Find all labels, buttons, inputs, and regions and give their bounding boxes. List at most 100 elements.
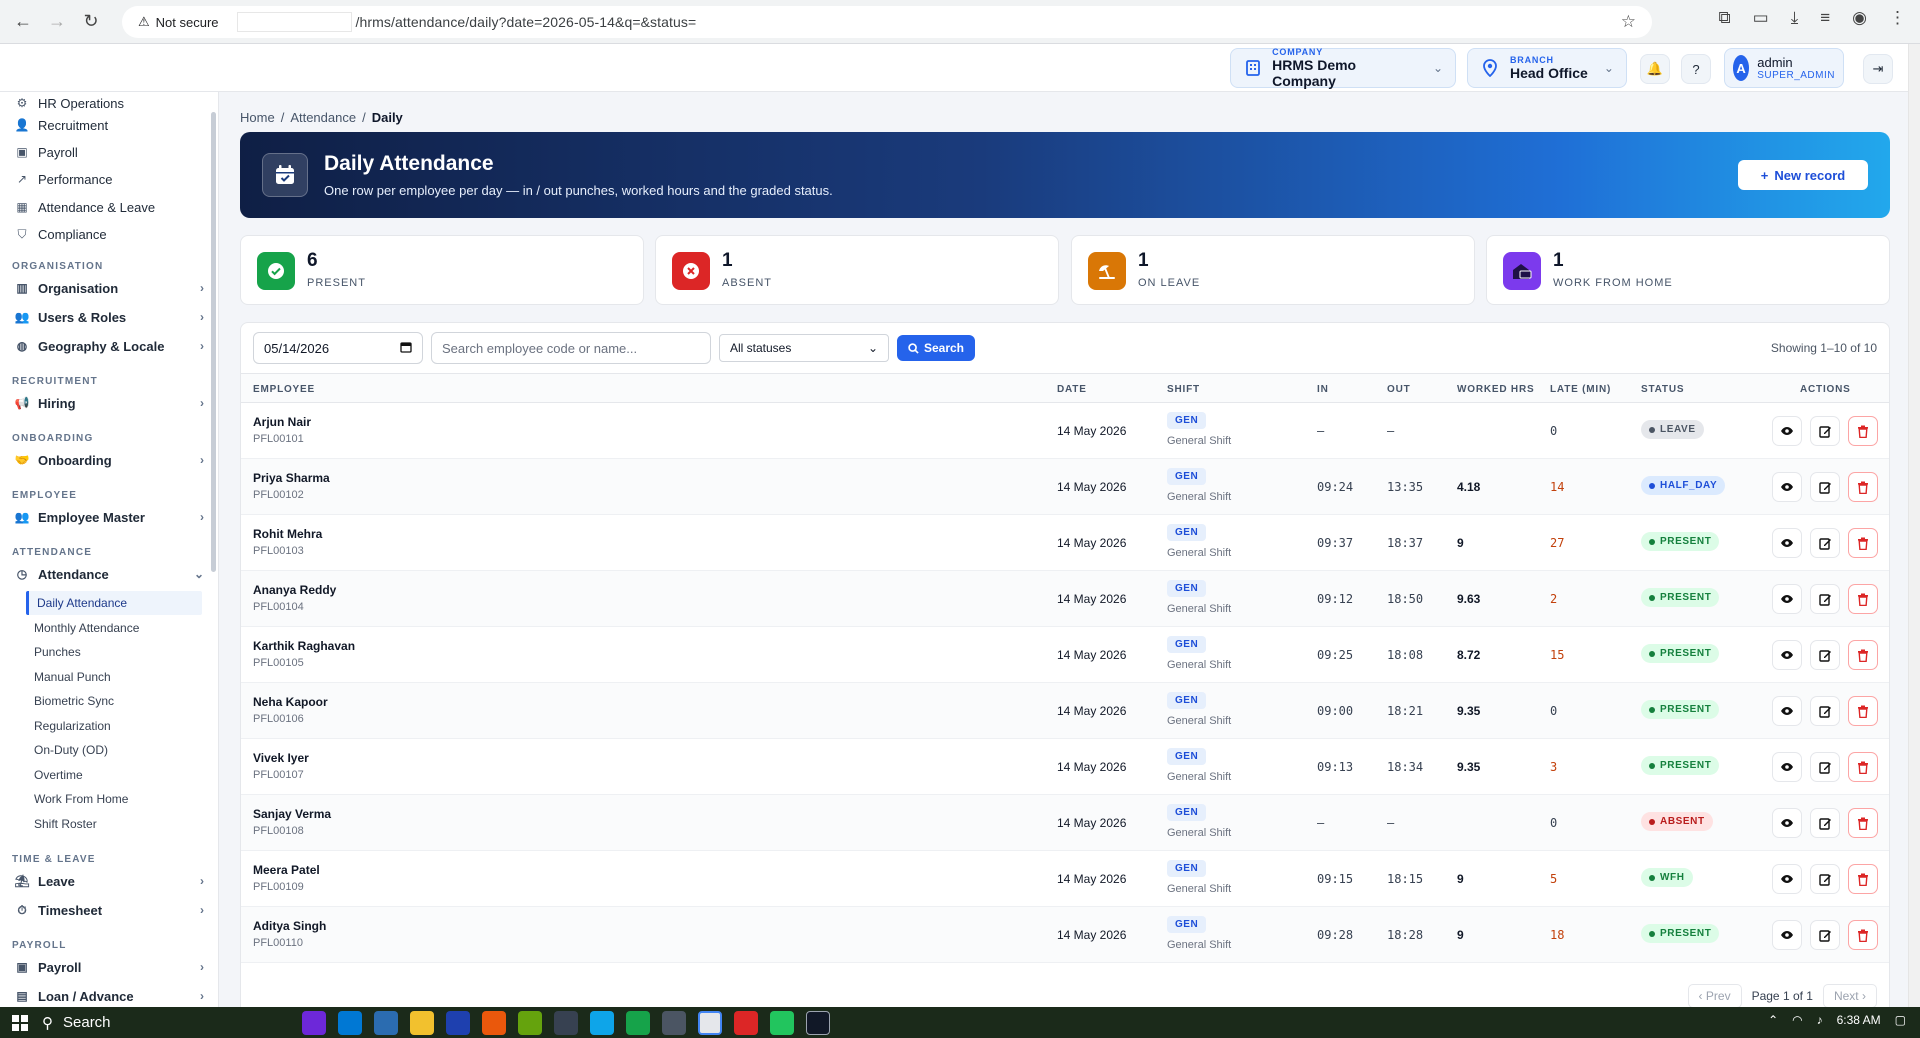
view-button[interactable] — [1772, 752, 1802, 782]
taskbar-app-icon[interactable] — [374, 1011, 398, 1035]
url-text[interactable]: /hrms/attendance/daily?date=2026-05-14&q… — [356, 14, 697, 30]
sidebar-subitem-biometric-sync[interactable]: Biometric Sync — [26, 689, 202, 713]
calendar-icon[interactable] — [400, 341, 412, 356]
delete-button[interactable] — [1848, 864, 1878, 894]
taskbar-app-icon[interactable] — [554, 1011, 578, 1035]
view-button[interactable] — [1772, 416, 1802, 446]
sidebar-subitem-shift-roster[interactable]: Shift Roster — [26, 812, 202, 836]
sidebar-subitem-punches[interactable]: Punches — [26, 640, 202, 664]
delete-button[interactable] — [1848, 696, 1878, 726]
next-page-button[interactable]: Next › — [1822, 984, 1877, 1008]
bookmark-star-icon[interactable]: ☆ — [1621, 12, 1636, 32]
sidebar-subitem-work-from-home[interactable]: Work From Home — [26, 787, 202, 811]
sidebar-item-recruitment[interactable]: 👤 Recruitment — [14, 114, 204, 136]
view-button[interactable] — [1772, 472, 1802, 502]
file-explorer-icon[interactable] — [410, 1011, 434, 1035]
delete-button[interactable] — [1848, 472, 1878, 502]
delete-button[interactable] — [1848, 920, 1878, 950]
search-button[interactable]: Search — [897, 335, 975, 361]
view-button[interactable] — [1772, 528, 1802, 558]
company-selector[interactable]: COMPANY HRMS Demo Company ⌄ — [1230, 47, 1456, 89]
sidebar-item-compliance[interactable]: ⛉ Compliance — [14, 223, 204, 245]
view-button[interactable] — [1772, 640, 1802, 670]
sidebar-group-employee-master[interactable]: 👥 Employee Master › — [14, 506, 204, 528]
profile-icon[interactable]: ◉ — [1852, 8, 1867, 28]
employee-name[interactable]: Neha Kapoor — [253, 695, 328, 709]
breadcrumb-attendance[interactable]: Attendance — [290, 110, 356, 125]
edit-button[interactable] — [1810, 472, 1840, 502]
delete-button[interactable] — [1848, 808, 1878, 838]
sidebar-item-hr-operations[interactable]: ⚙ HR Operations — [14, 92, 204, 114]
delete-button[interactable] — [1848, 640, 1878, 670]
volume-icon[interactable]: ♪ — [1817, 1013, 1823, 1027]
taskbar-app-icon[interactable] — [734, 1011, 758, 1035]
forward-icon[interactable]: → — [40, 5, 74, 39]
logout-icon[interactable]: ⇥ — [1863, 54, 1893, 84]
back-icon[interactable]: ← — [6, 5, 40, 39]
network-icon[interactable]: ◠ — [1792, 1013, 1802, 1027]
sidebar-item-payroll[interactable]: ▣ Payroll — [14, 141, 204, 163]
sidebar-subitem-overtime[interactable]: Overtime — [26, 763, 202, 787]
edit-button[interactable] — [1810, 640, 1840, 670]
status-filter-select[interactable]: All statuses ⌄ — [719, 334, 889, 362]
edit-button[interactable] — [1810, 584, 1840, 614]
sidebar-group-timesheet[interactable]: ⏱ Timesheet › — [14, 899, 204, 921]
edit-button[interactable] — [1810, 416, 1840, 446]
notifications-bell-icon[interactable]: 🔔 — [1640, 54, 1670, 84]
menu-icon[interactable]: ⋮ — [1889, 8, 1906, 28]
delete-button[interactable] — [1848, 584, 1878, 614]
page-scrollbar[interactable] — [1908, 44, 1920, 1007]
view-button[interactable] — [1772, 808, 1802, 838]
employee-name[interactable]: Priya Sharma — [253, 471, 330, 485]
sidebar-group-users-roles[interactable]: 👥 Users & Roles › — [14, 306, 204, 328]
date-filter-input[interactable]: 05/14/2026 — [253, 332, 423, 364]
sidebar-group-attendance[interactable]: ◷ Attendance ⌄ — [14, 563, 204, 585]
prev-page-button[interactable]: ‹ Prev — [1687, 984, 1742, 1008]
employee-name[interactable]: Karthik Raghavan — [253, 639, 355, 653]
windows-start-icon[interactable] — [12, 1015, 28, 1031]
reload-icon[interactable]: ↻ — [74, 5, 108, 39]
terminal-icon[interactable] — [806, 1011, 830, 1035]
chevron-up-icon[interactable]: ⌃ — [1768, 1013, 1778, 1027]
sidebar-group-geography[interactable]: ◍ Geography & Locale › — [14, 335, 204, 357]
sidebar-item-performance[interactable]: ↗ Performance — [14, 168, 204, 190]
taskbar-app-icon[interactable] — [446, 1011, 470, 1035]
sidebar-group-leave[interactable]: ⛱ Leave › — [14, 870, 204, 892]
sidebar-group-organisation[interactable]: ▥ Organisation › — [14, 277, 204, 299]
taskbar-app-icon[interactable] — [626, 1011, 650, 1035]
sidebar-subitem-regularization[interactable]: Regularization — [26, 714, 202, 738]
employee-name[interactable]: Rohit Mehra — [253, 527, 322, 541]
edit-button[interactable] — [1810, 696, 1840, 726]
taskbar-app-icon[interactable] — [518, 1011, 542, 1035]
sidebar-group-hiring[interactable]: 📢 Hiring › — [14, 392, 204, 414]
edit-button[interactable] — [1810, 808, 1840, 838]
branch-selector[interactable]: BRANCH Head Office ⌄ — [1467, 48, 1627, 88]
address-bar[interactable]: ⚠ Not secure /hrms/attendance/daily?date… — [122, 6, 1652, 38]
sidebar-group-onboarding[interactable]: 🤝 Onboarding › — [14, 449, 204, 471]
employee-name[interactable]: Ananya Reddy — [253, 583, 336, 597]
employee-name[interactable]: Aditya Singh — [253, 919, 326, 933]
taskbar-app-icon[interactable] — [302, 1011, 326, 1035]
taskbar-app-icon[interactable] — [662, 1011, 686, 1035]
chrome-icon[interactable] — [698, 1011, 722, 1035]
edit-button[interactable] — [1810, 864, 1840, 894]
clock-text[interactable]: 6:38 AM — [1837, 1013, 1881, 1027]
edit-button[interactable] — [1810, 920, 1840, 950]
sidebar-subitem-daily-attendance[interactable]: Daily Attendance — [26, 591, 202, 615]
sidebar-item-attendance-leave[interactable]: ▦ Attendance & Leave — [14, 196, 204, 218]
view-button[interactable] — [1772, 696, 1802, 726]
sidebar-scrollbar[interactable] — [211, 112, 216, 572]
edit-button[interactable] — [1810, 528, 1840, 558]
not-secure-indicator[interactable]: ⚠ Not secure — [126, 10, 231, 34]
employee-name[interactable]: Meera Patel — [253, 863, 320, 877]
notification-icon[interactable]: ▢ — [1895, 1013, 1906, 1027]
delete-button[interactable] — [1848, 528, 1878, 558]
employee-name[interactable]: Vivek Iyer — [253, 751, 309, 765]
media-icon[interactable]: ≡ — [1820, 8, 1830, 28]
view-button[interactable] — [1772, 584, 1802, 614]
breadcrumb-home[interactable]: Home — [240, 110, 275, 125]
sidebar-subitem-manual-punch[interactable]: Manual Punch — [26, 665, 202, 689]
view-button[interactable] — [1772, 920, 1802, 950]
delete-button[interactable] — [1848, 416, 1878, 446]
extensions-icon[interactable]: ⧉ — [1719, 8, 1731, 28]
